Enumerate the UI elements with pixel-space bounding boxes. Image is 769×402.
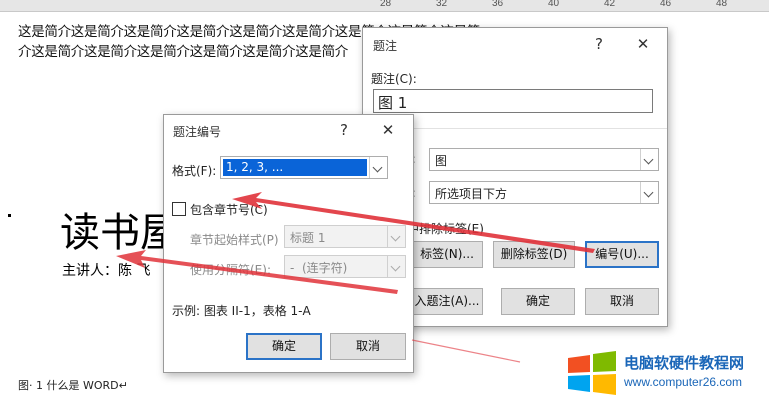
red-arrow-to-checkbox — [232, 192, 595, 253]
red-guide-line — [411, 339, 521, 363]
watermark-site-name: 电脑软硬件教程网 — [624, 354, 745, 372]
red-arrow-to-speaker — [116, 250, 398, 294]
windows-logo-icon — [568, 351, 616, 395]
watermark-url: www.computer26.com — [624, 375, 743, 389]
format-select-value: 1, 2, 3, ... — [226, 160, 284, 174]
annotation-arrows — [116, 192, 595, 363]
